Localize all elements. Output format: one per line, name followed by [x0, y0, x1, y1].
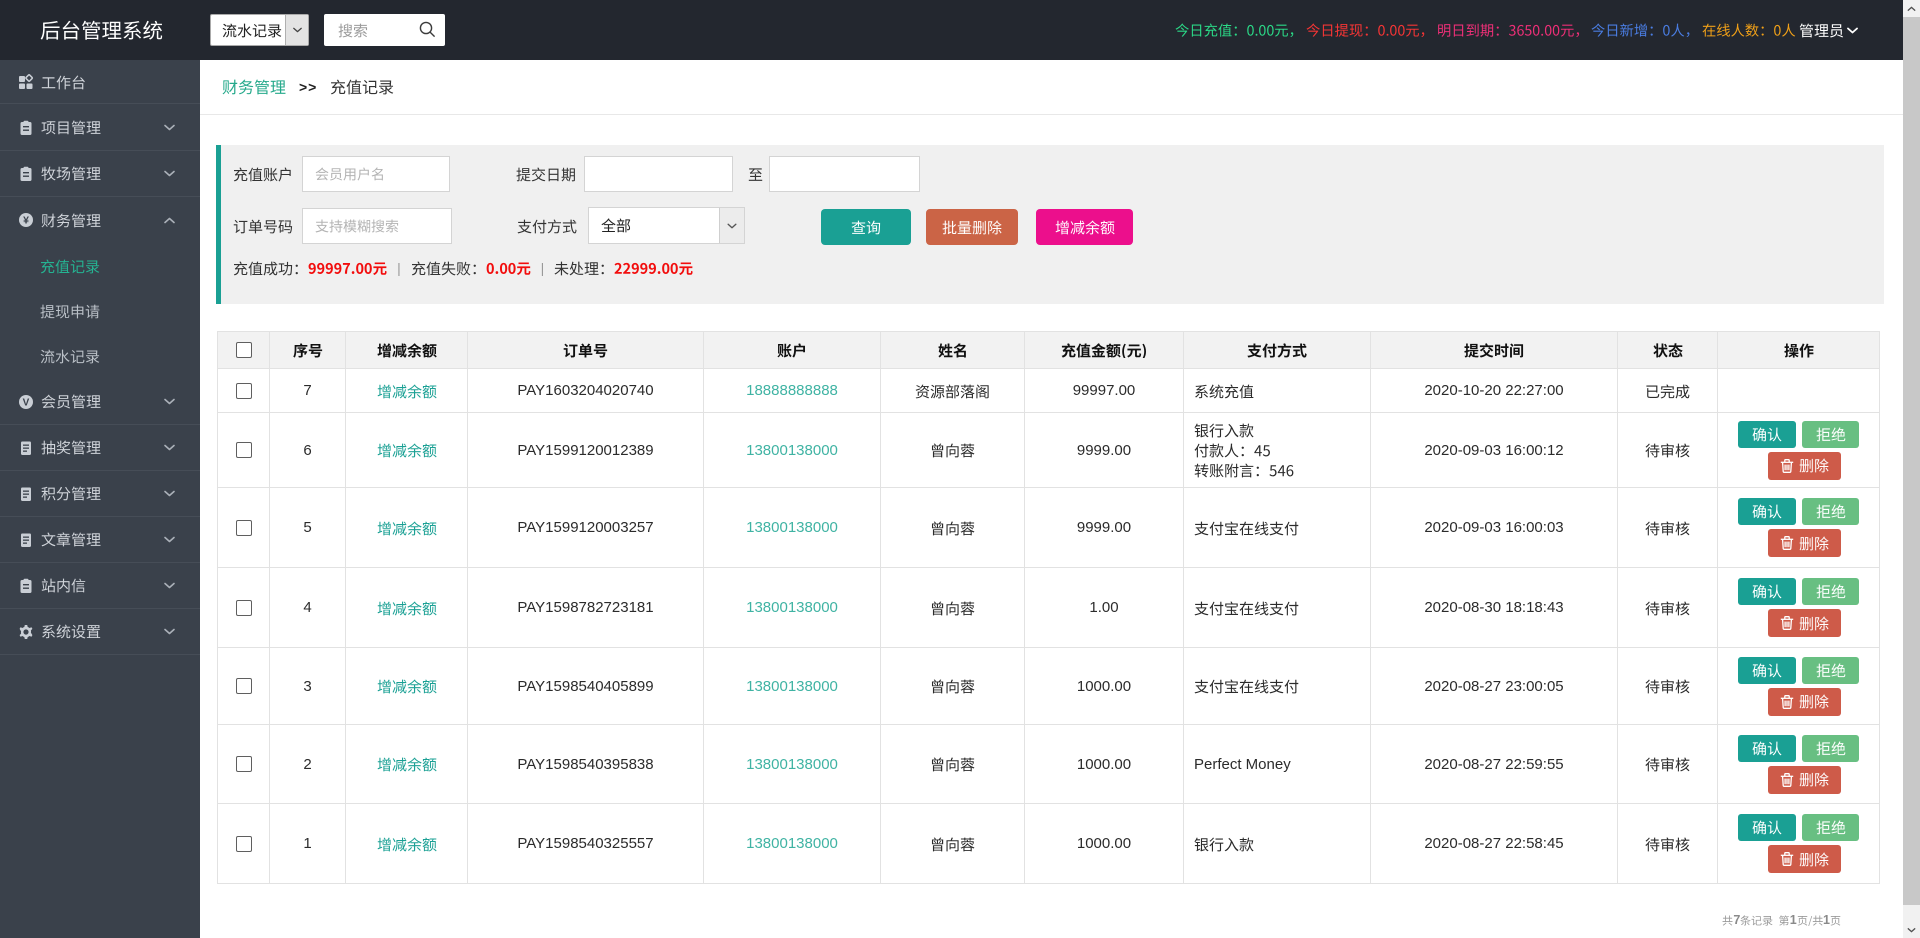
svg-text:V: V	[23, 397, 30, 408]
svg-text:¥: ¥	[23, 215, 29, 227]
